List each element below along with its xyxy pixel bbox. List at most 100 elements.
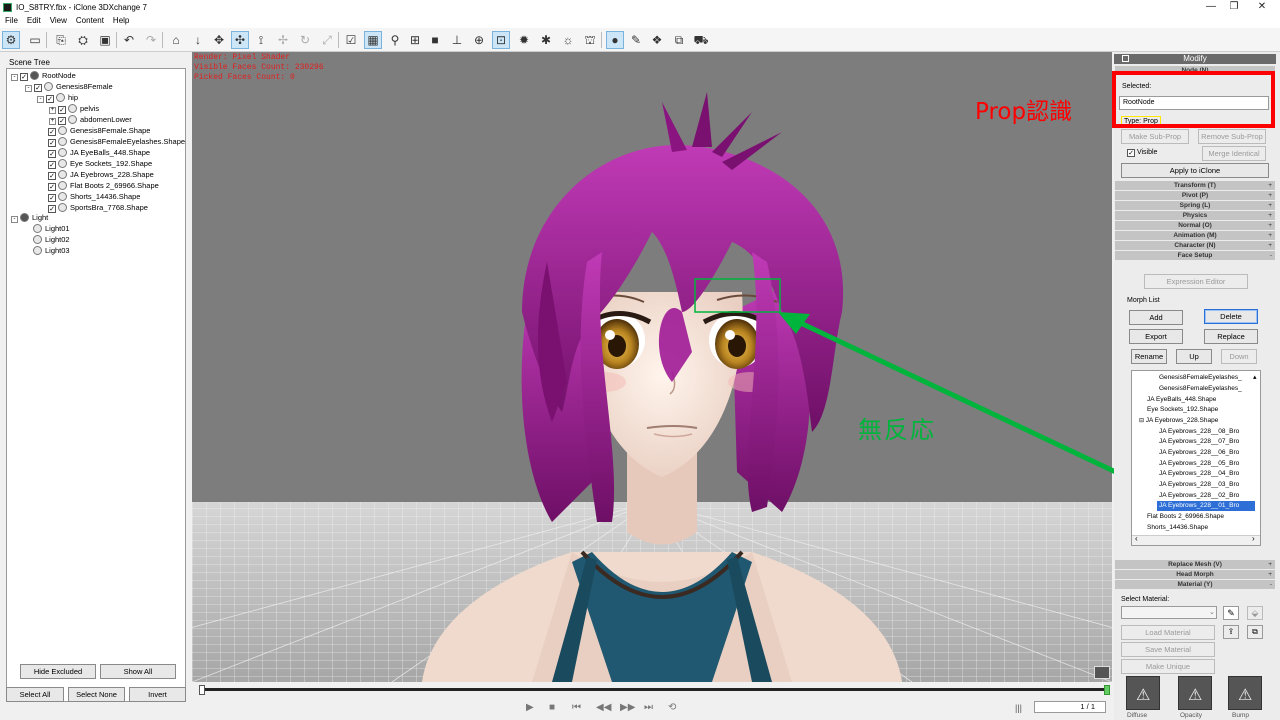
tree-row-shape[interactable]: ✓ Genesis8FemaleEyelashes.Shape — [48, 137, 185, 147]
tree-row-rootnode[interactable]: - ✓ RootNode — [11, 71, 76, 81]
list-item[interactable]: Genesis8FemaleEyelashes_ — [1159, 384, 1242, 394]
diffuse-thumbnail[interactable]: ⚠ — [1126, 676, 1160, 710]
axis-icon[interactable]: ⊥ — [448, 31, 466, 49]
bump-thumbnail[interactable]: ⚠ — [1228, 676, 1262, 710]
stop-icon[interactable]: ■ — [549, 702, 555, 713]
face-setup-section-bar[interactable]: Face Setup - — [1115, 251, 1275, 260]
list-item[interactable]: JA Eyebrows_228__05_Bro — [1159, 459, 1239, 469]
tree-row-light02[interactable]: Light02 — [33, 235, 70, 245]
merge-identical-button[interactable]: Merge Identical — [1202, 146, 1266, 161]
tree-row-shape[interactable]: ✓ Eye Sockets_192.Shape — [48, 159, 152, 169]
next-frame-icon[interactable]: ▶▶ — [620, 702, 635, 713]
import-icon[interactable]: ⎘ — [52, 31, 70, 49]
select-material-dropdown[interactable] — [1121, 606, 1217, 619]
list-item[interactable]: JA Eyebrows_228__03_Bro — [1159, 480, 1239, 490]
timeline-handle[interactable] — [199, 685, 205, 695]
eyedropper-icon[interactable]: ✎ — [1223, 606, 1239, 620]
list-item[interactable]: JA EyeBalls_448.Shape — [1147, 395, 1216, 405]
tree-row-shape[interactable]: ✓ Shorts_14436.Shape — [48, 192, 140, 202]
list-item[interactable]: JA Eyebrows_228__08_Bro — [1159, 427, 1239, 437]
tree-row-shape[interactable]: ✓ Genesis8Female.Shape — [48, 126, 150, 136]
tree-row-shape[interactable]: ✓ SportsBra_7768.Shape — [48, 203, 148, 213]
menu-help[interactable]: Help — [108, 15, 133, 25]
character-icon[interactable]: ✱ — [537, 31, 555, 49]
pivot-section-bar[interactable]: Pivot (P) + — [1115, 191, 1275, 200]
menu-file[interactable]: File — [0, 15, 22, 25]
tree-row-light[interactable]: - Light — [11, 213, 48, 223]
visible-checkbox[interactable]: ✓ Visible — [1127, 149, 1157, 157]
export-icon[interactable]: ⛭ — [74, 31, 92, 49]
close-button[interactable]: ✕ — [1252, 1, 1272, 14]
zoom-icon[interactable]: ⟟ — [252, 31, 270, 49]
globe-icon[interactable]: ⊕ — [470, 31, 488, 49]
show-all-button[interactable]: Show All — [100, 664, 176, 679]
minimize-button[interactable]: — — [1201, 1, 1221, 14]
prev-frame-icon[interactable]: ◀◀ — [596, 702, 611, 713]
scroll-right-icon[interactable]: › — [1252, 534, 1255, 543]
checkbox-icon[interactable]: ☑ — [342, 31, 360, 49]
tree-row-shape[interactable]: ✓ Flat Boots 2_69966.Shape — [48, 181, 159, 191]
tree-row-shape[interactable]: ✓ JA Eyebrows_228.Shape — [48, 170, 154, 180]
focus-icon[interactable]: ⊡ — [492, 31, 510, 49]
morph-list[interactable]: Genesis8FemaleEyelashes_ Genesis8FemaleE… — [1131, 370, 1261, 546]
home-icon[interactable]: ⌂ — [167, 31, 185, 49]
list-item[interactable]: Shorts_14436.Shape — [1147, 523, 1208, 533]
play-icon[interactable]: ▶ — [526, 702, 534, 713]
timeline-track[interactable] — [202, 688, 1107, 691]
apply-to-iclone-button[interactable]: Apply to iClone — [1121, 163, 1269, 178]
replace-morph-button[interactable]: Replace — [1204, 329, 1258, 344]
physics-section-bar[interactable]: Physics + — [1115, 211, 1275, 220]
save-material-button[interactable]: Save Material — [1121, 642, 1215, 657]
bone-icon[interactable]: ⚲ — [386, 31, 404, 49]
rotate-icon[interactable]: ↻ — [296, 31, 314, 49]
box-icon[interactable]: ■ — [426, 31, 444, 49]
move-icon[interactable]: ✢ — [274, 31, 292, 49]
last-frame-icon[interactable]: ⏭ — [644, 702, 653, 713]
redo-icon[interactable]: ↷ — [142, 31, 160, 49]
material-section-bar[interactable]: Material (Y) - — [1115, 580, 1275, 589]
list-item[interactable]: JA Eyebrows_228__04_Bro — [1159, 469, 1239, 479]
rotate-view-icon[interactable]: ✣ — [231, 31, 249, 49]
maximize-button[interactable]: ❐ — [1224, 1, 1244, 14]
hide-excluded-button[interactable]: Hide Excluded — [20, 664, 96, 679]
select-all-button[interactable]: Select All — [6, 687, 64, 702]
menu-view[interactable]: View — [45, 15, 71, 25]
up-morph-button[interactable]: Up — [1176, 349, 1212, 364]
list-item-selected[interactable]: JA Eyebrows_228__01_Bro — [1157, 501, 1255, 511]
select-tool-icon[interactable]: ⚙ — [2, 31, 20, 49]
menu-content[interactable]: Content — [71, 15, 108, 25]
wireframe-icon[interactable]: ⊞ — [406, 31, 424, 49]
down-morph-button[interactable]: Down — [1221, 349, 1257, 364]
tree-row-abdomenlower[interactable]: + ✓ abdomenLower — [49, 115, 132, 125]
export-morph-button[interactable]: Export — [1129, 329, 1183, 344]
horizontal-scrollbar[interactable] — [1132, 535, 1260, 545]
head-morph-section-bar[interactable]: Head Morph + — [1115, 570, 1275, 579]
animation-section-bar[interactable]: Animation (M) + — [1115, 231, 1275, 240]
light-icon[interactable]: ✹ — [515, 31, 533, 49]
open-folder-icon[interactable]: ▭ — [26, 31, 44, 49]
list-item[interactable]: Flat Boots 2_69966.Shape — [1147, 512, 1224, 522]
cart-icon[interactable]: ⛟ — [692, 31, 710, 49]
transform-section-bar[interactable]: Transform (T) + — [1115, 181, 1275, 190]
tree-row-genesis8female[interactable]: - ✓ Genesis8Female — [25, 82, 113, 92]
replace-mesh-section-bar[interactable]: Replace Mesh (V) + — [1115, 560, 1275, 569]
expression-editor-button[interactable]: Expression Editor — [1144, 274, 1248, 289]
scroll-up-icon[interactable]: ▴ — [1253, 373, 1257, 381]
viewport-corner-icon[interactable] — [1094, 666, 1110, 679]
scene-tree[interactable]: - ✓ RootNode - ✓ Genesis8Female - ✓ hip + ✓ pelv… — [6, 68, 186, 702]
spring-section-bar[interactable]: Spring (L) + — [1115, 201, 1275, 210]
grid-icon[interactable]: ▦ — [364, 31, 382, 49]
list-item[interactable]: JA Eyebrows_228__02_Bro — [1159, 491, 1239, 501]
collapse-icon[interactable] — [1122, 55, 1129, 62]
first-frame-icon[interactable]: ⏮ — [572, 702, 581, 713]
list-item[interactable]: JA Eyebrows_228__06_Bro — [1159, 448, 1239, 458]
loop-icon[interactable]: ⟲ — [668, 702, 676, 713]
tree-row-shape[interactable]: ✓ JA EyeBalls_448.Shape — [48, 148, 150, 158]
3d-viewport[interactable]: Render: Pixel Shader Visible Faces Count… — [192, 52, 1112, 682]
scroll-left-icon[interactable]: ‹ — [1135, 534, 1138, 543]
export-texture-icon[interactable]: ⧉ — [1247, 625, 1263, 639]
tree-row-pelvis[interactable]: + ✓ pelvis — [49, 104, 99, 114]
load-texture-icon[interactable]: ⇪ — [1223, 625, 1239, 639]
add-morph-button[interactable]: Add — [1129, 310, 1183, 325]
opacity-thumbnail[interactable]: ⚠ — [1178, 676, 1212, 710]
